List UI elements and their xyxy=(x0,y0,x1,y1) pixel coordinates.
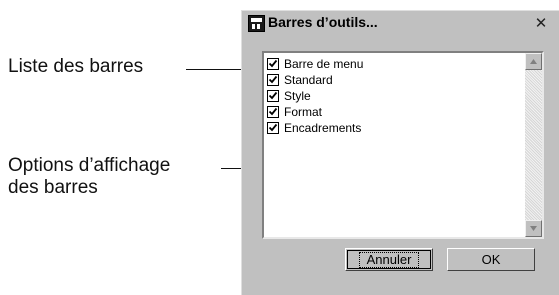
dialog-title: Barres d’outils... xyxy=(268,14,378,30)
checkbox-format[interactable] xyxy=(267,106,279,118)
arrow-up-icon xyxy=(530,59,537,64)
checkbox-standard[interactable] xyxy=(267,74,279,86)
list-item-label: Barre de menu xyxy=(284,57,364,71)
checkmark-icon xyxy=(268,107,278,116)
checkmark-icon xyxy=(268,123,278,132)
dialog-app-icon xyxy=(248,15,265,32)
scroll-down-button[interactable] xyxy=(525,220,542,237)
vertical-scrollbar[interactable] xyxy=(525,53,542,237)
checkbox-menu-bar[interactable] xyxy=(267,58,279,70)
cancel-button-label: Annuler xyxy=(358,252,420,268)
toolbars-dialog: Barres d’outils... ✕ Barre de menu Stand… xyxy=(241,10,559,295)
callout-options-label-line2: des barres xyxy=(8,177,98,198)
list-item-label: Standard xyxy=(284,73,333,87)
list-item-label: Format xyxy=(284,105,323,119)
checkbox-style[interactable] xyxy=(267,90,279,102)
checkmark-icon xyxy=(268,59,278,68)
title-bar[interactable]: Barres d’outils... ✕ xyxy=(242,11,559,35)
ok-button-label: OK xyxy=(481,252,501,267)
toolbar-list[interactable]: Barre de menu Standard Style Format Enca… xyxy=(262,51,544,239)
list-item-label: Style xyxy=(284,89,311,103)
checkmark-icon xyxy=(268,91,278,100)
close-icon[interactable]: ✕ xyxy=(532,15,550,31)
arrow-down-icon xyxy=(530,226,537,231)
list-item-label: Encadrements xyxy=(284,121,362,135)
callout-options-label-line1: Options d’affichage xyxy=(8,155,171,176)
scroll-up-button[interactable] xyxy=(525,53,542,70)
callout-list-label: Liste des barres xyxy=(8,56,144,77)
checkmark-icon xyxy=(268,75,278,84)
ok-button[interactable]: OK xyxy=(447,248,535,271)
cancel-button[interactable]: Annuler xyxy=(345,248,433,271)
checkbox-borders[interactable] xyxy=(267,122,279,134)
